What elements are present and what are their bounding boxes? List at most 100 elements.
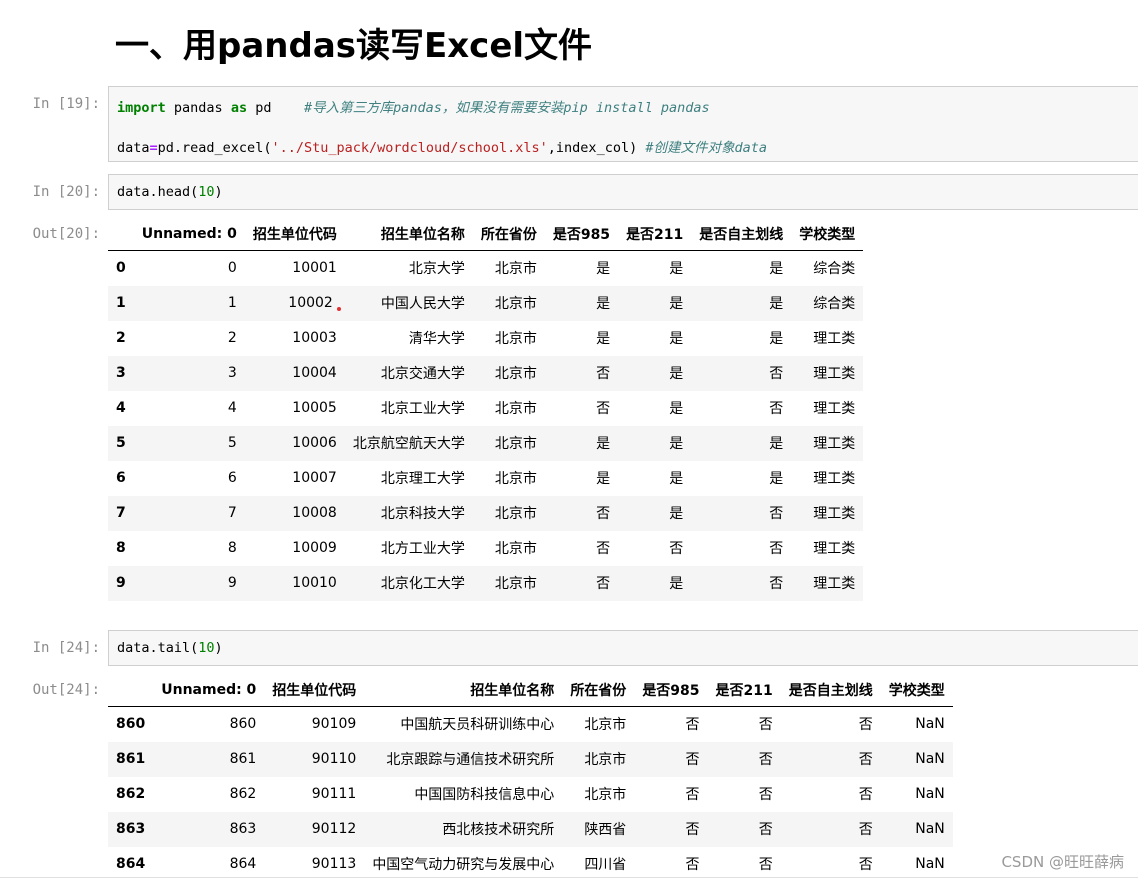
table-row: 6 6 10007 北京理工大学 北京市 是 是 是 理工类 [108,460,864,496]
cell-value: 理工类 [813,541,856,557]
table-cell: 否 [545,566,618,601]
row-index: 861 [108,742,153,777]
row-index: 1 [108,286,134,321]
table-cell: 是 [691,426,791,461]
table-cell: 理工类 [791,426,863,461]
table-cell: 10003 [245,321,345,356]
table-cell: NaN [881,777,953,812]
table-row: 4 4 10005 北京工业大学 北京市 否 是 否 理工类 [108,390,864,426]
cell-value: 861 [229,751,257,767]
column-header [108,673,154,707]
cell-value: 5 [116,435,126,451]
table-cell: 是 [618,251,691,286]
cell-value: 10009 [292,540,337,556]
code-line-import: import pandas as pd #导入第三方库pandas，如果没有需要… [117,96,710,116]
cell-value: 6 [116,470,126,486]
cell-value: 862 [116,786,146,802]
cell-value: NaN [915,856,945,872]
cell-value: 是 [669,506,684,522]
table-cell: 5 [134,426,245,461]
cell-value: 北京理工大学 [380,471,465,487]
table-cell: 是 [618,286,691,321]
column-header: 所在省份 [562,673,635,707]
cell-value: 90109 [311,716,357,733]
cell-value: 中国空气动力研究与发展中心 [372,857,555,873]
cell-value: 864 [116,856,146,872]
table-cell: 否 [781,742,881,777]
column-header [108,217,134,251]
table-cell: 否 [634,812,707,847]
cell-value: 10002 [288,295,333,311]
table-cell: 是 [618,426,691,461]
code-cell-head[interactable]: data.head(10) [108,174,1138,210]
table-cell: 10006 [245,426,345,461]
table-cell: 北京交通大学 [345,356,473,391]
table-cell: 否 [691,391,791,426]
cell-value: 863 [116,821,146,837]
table-row: 0 0 10001 北京大学 北京市 是 是 是 综合类 [108,250,864,286]
close-paren: ) [214,184,223,200]
table-cell: 否 [691,566,791,601]
cell-value: 北京市 [584,787,627,803]
code-comment: #导入第三方库pandas，如果没有需要安装pip install pandas [303,100,710,116]
table-cell: NaN [881,812,953,847]
cell-value: 中国航天员科研训练中心 [400,717,555,734]
cell-value: 否 [858,822,873,838]
column-header: 是否985 [634,673,708,707]
cell-value: 10006 [292,435,337,451]
code-cell-tail[interactable]: data.tail(10) [108,630,1138,666]
cell-value: 是 [769,261,784,278]
table-cell: 是 [691,321,791,356]
table-cell: 陕西省 [562,812,634,847]
table-cell: 是 [618,356,691,391]
cell-value: 是 [669,436,684,452]
code-cell-import[interactable]: import pandas as pd #导入第三方库pandas，如果没有需要… [108,86,1138,162]
column-header: 招生单位代码 [244,217,345,251]
cell-prompt-out-24: Out[24]: [32,682,100,698]
table-cell: 是 [691,286,791,321]
module-name: pandas [165,100,231,116]
cell-value: 2 [116,330,126,346]
cell-value: 否 [758,857,773,873]
table-cell: 北京理工大学 [345,461,473,496]
column-header: Unnamed: 0 [133,217,245,251]
cell-prompt-in-24: In [24]: [32,640,100,656]
cell-value: 否 [769,541,784,557]
table-cell: 是 [691,461,791,496]
cell-value: 否 [758,787,773,803]
cell-value: 是 [596,471,611,487]
table-cell: 理工类 [791,496,863,531]
cell-value: 否 [758,752,773,768]
table-cell: 是 [545,286,618,321]
table-cell: 862 [153,777,264,812]
table-cell: 否 [708,812,781,847]
table-cell: 否 [634,777,707,812]
cell-value: 否 [769,366,784,382]
cell-value: 8 [116,540,126,556]
head-call: data.head( [117,184,199,200]
cell-value: 10010 [292,575,337,591]
cell-value: 否 [769,576,784,592]
cell-value: 是 [769,436,784,452]
cell-value: 3 [116,365,126,381]
table-cell: NaN [881,707,953,742]
table-cell: 西北核技术研究所 [364,812,562,847]
table-cell: 北京市 [473,391,545,426]
cell-value: 北京市 [494,366,537,382]
cell-value: 是 [669,471,684,487]
read-excel-call: pd.read_excel( [157,140,272,156]
table-cell: 10002 [245,286,345,321]
cell-value: 10003 [292,330,337,346]
cell-prompt-out-20: Out[20]: [32,226,100,242]
table-cell: 北京市 [473,286,545,321]
cell-value: 是 [669,261,684,278]
row-index: 5 [108,426,134,461]
code-line-read-excel: data=pd.read_excel('../Stu_pack/wordclou… [117,136,767,156]
cell-value: 否 [596,576,611,592]
table-cell: 7 [134,496,245,531]
cell-value: 8 [227,540,237,556]
table-cell: 3 [134,356,245,391]
cell-value: 陕西省 [584,822,627,838]
table-cell: 90112 [264,812,364,847]
cell-value: 北京市 [494,436,537,452]
